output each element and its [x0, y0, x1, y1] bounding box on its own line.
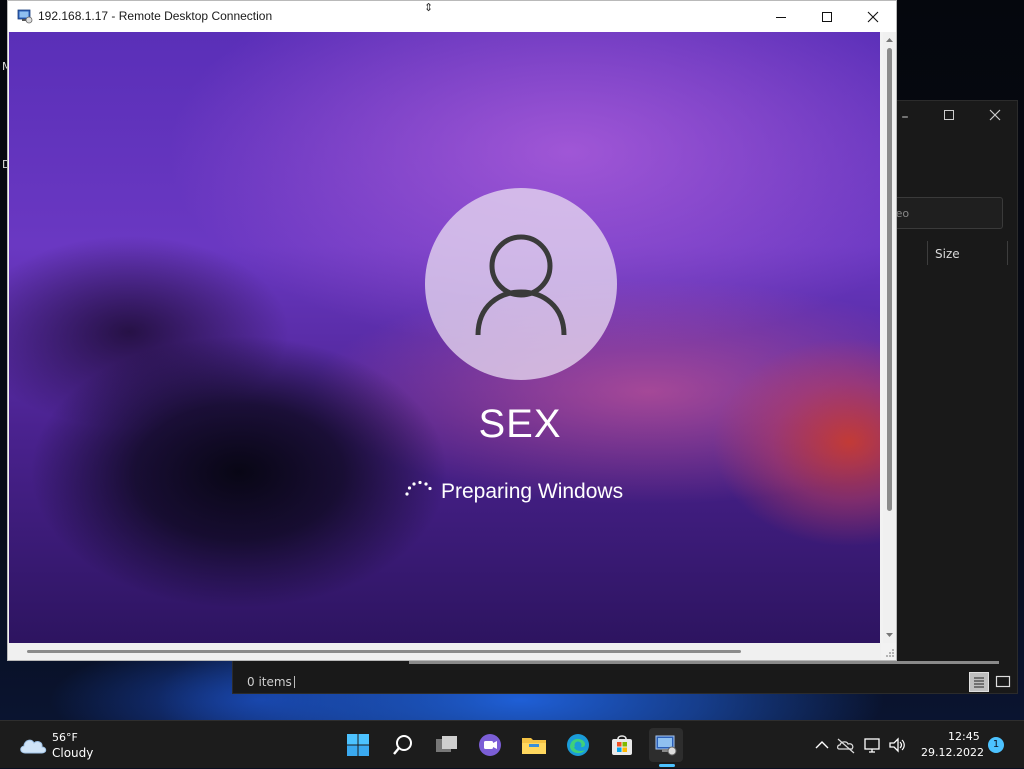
edge-icon: [567, 734, 589, 756]
window-title: 192.168.1.17 - Remote Desktop Connection: [38, 9, 273, 23]
user-icon: [475, 234, 567, 336]
close-icon: [989, 109, 1001, 121]
show-hidden-icons-chevron-icon[interactable]: [812, 735, 832, 755]
remote-desktop-icon: [655, 735, 677, 756]
maximize-icon: [822, 11, 832, 22]
store-icon: [612, 735, 632, 755]
clock-date: 29.12.2022: [921, 746, 984, 759]
details-view-icon: [974, 677, 984, 688]
rdp-title-bar[interactable]: 192.168.1.17 - Remote Desktop Connection…: [8, 1, 896, 32]
column-divider[interactable]: [1007, 241, 1008, 265]
explorer-maximize-button[interactable]: [937, 109, 961, 125]
column-header-size[interactable]: Size: [935, 247, 960, 261]
scroll-up-arrow-icon[interactable]: [883, 35, 896, 45]
file-explorer-button[interactable]: [517, 728, 551, 762]
loading-spinner-icon: [405, 480, 432, 496]
task-view-button[interactable]: [430, 728, 464, 762]
start-icon: [347, 734, 369, 756]
minimize-button[interactable]: [758, 1, 804, 32]
teams-chat-button[interactable]: [473, 728, 507, 762]
start-button[interactable]: [341, 728, 375, 762]
explorer-close-button[interactable]: [983, 109, 1007, 125]
vertical-scrollbar[interactable]: [883, 32, 896, 643]
weather-widget[interactable]: 56°F Cloudy: [14, 721, 104, 769]
taskbar: 56°F Cloudy 12:45 29.12.2022 1: [0, 720, 1024, 768]
close-icon: [867, 11, 879, 22]
explorer-horizontal-scrollbar[interactable]: [409, 661, 999, 664]
maximize-button[interactable]: [804, 1, 850, 32]
weather-condition: Cloudy: [52, 746, 94, 760]
notification-badge[interactable]: 1: [988, 737, 1004, 753]
onedrive-offline-icon[interactable]: [836, 735, 856, 755]
horizontal-scrollbar[interactable]: [9, 643, 894, 660]
minimize-icon: [776, 16, 786, 18]
file-explorer-icon: [522, 738, 546, 754]
explorer-search-input[interactable]: део: [883, 197, 1003, 229]
username-label: SEX: [478, 402, 562, 446]
large-icons-view-button[interactable]: [993, 672, 1013, 692]
edge-button[interactable]: [561, 728, 595, 762]
task-view-icon: [436, 736, 457, 752]
vertical-scroll-thumb[interactable]: [887, 48, 892, 511]
close-button[interactable]: [850, 1, 896, 32]
search-icon: [393, 735, 412, 755]
remote-desktop-taskbar-button[interactable]: [649, 728, 683, 762]
resize-cursor-icon: ⇕: [424, 1, 434, 14]
details-view-button[interactable]: [969, 672, 989, 692]
volume-icon[interactable]: [887, 735, 907, 755]
large-icons-view-icon: [995, 675, 1011, 688]
remote-desktop-window: 192.168.1.17 - Remote Desktop Connection…: [7, 0, 897, 661]
search-button[interactable]: [386, 728, 420, 762]
status-separator: [294, 676, 295, 688]
active-app-indicator: [659, 764, 675, 767]
horizontal-scroll-thumb[interactable]: [27, 650, 741, 653]
clock-time: 12:45: [948, 730, 980, 743]
weather-temperature: 56°F: [52, 731, 78, 744]
remote-desktop-icon: [17, 9, 33, 24]
network-icon[interactable]: [863, 735, 883, 755]
user-avatar: [425, 188, 617, 380]
scroll-down-arrow-icon[interactable]: [883, 630, 896, 640]
maximize-icon: [944, 110, 954, 120]
status-row: Preparing Windows: [401, 474, 623, 510]
column-divider[interactable]: [927, 241, 928, 265]
resize-grip-icon[interactable]: [885, 648, 895, 658]
teams-chat-icon: [479, 734, 501, 756]
explorer-status-items: 0 items: [247, 675, 292, 689]
cloud-icon: [20, 739, 47, 754]
store-button[interactable]: [605, 728, 639, 762]
remote-session-screen[interactable]: SEX Preparing Windows: [9, 32, 880, 643]
preparing-status-text: Preparing Windows: [441, 480, 624, 503]
